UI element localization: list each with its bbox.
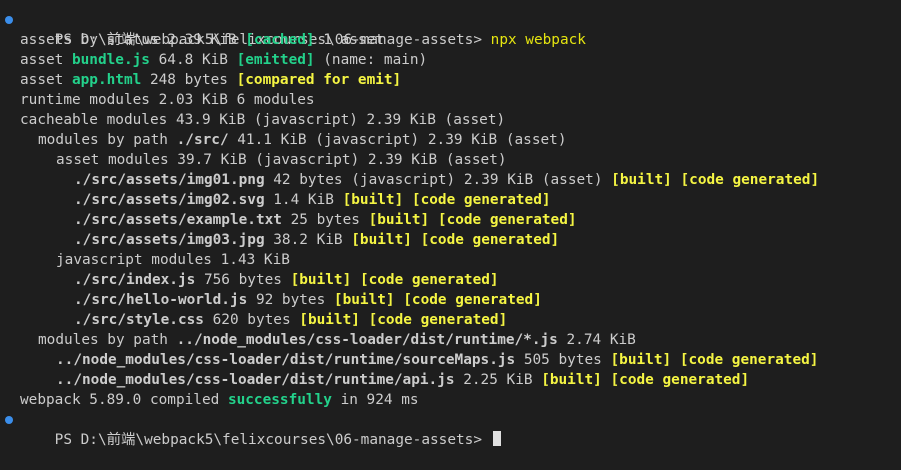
output-line: ./src/assets/img02.svg 1.4 KiB [built] [… [0,190,901,210]
final-prompt-line[interactable]: PS D:\前端\webpack5\felixcourses\06-manage… [0,410,901,448]
output-text: modules by path [38,332,177,348]
status-built: [built] [342,192,404,208]
output-text: asset [20,72,72,88]
output-line: webpack 5.89.0 compiled successfully in … [0,390,901,410]
output-text: cacheable modules 43.9 KiB (javascript) … [20,112,506,128]
module-path: ../node_modules/css-loader/dist/runtime/… [176,332,558,348]
output-line: ./src/assets/example.txt 25 bytes [built… [0,210,901,230]
status-code-generated: [code generated] [368,312,508,328]
output-text: 64.8 KiB [149,52,237,68]
module-path: ./src/style.css [74,312,204,328]
module-path: ../node_modules/css-loader/dist/runtime/… [56,352,516,368]
output-text: 2.25 KiB [454,372,542,388]
output-line: modules by path ./src/ 41.1 KiB (javascr… [0,130,901,150]
output-line: cacheable modules 43.9 KiB (javascript) … [0,110,901,130]
prompt-status-dot-icon [5,416,13,424]
prompt-text: PS D:\前端\webpack5\felixcourses\06-manage… [54,432,491,448]
asset-name: bundle.js [71,52,150,68]
status-code-generated: [code generated] [403,292,542,308]
status-built: [built] [299,312,360,328]
status-built: [built] [610,352,672,368]
output-text: 25 bytes [281,212,369,228]
output-text: 756 bytes [195,272,291,288]
output-line: runtime modules 2.03 KiB 6 modules [0,90,901,110]
module-path: ./src/assets/img02.svg [74,192,265,208]
output-text: modules by path [38,132,177,148]
output-line: ../node_modules/css-loader/dist/runtime/… [0,350,901,370]
status-code-generated: [code generated] [359,272,499,288]
output-text: webpack 5.89.0 compiled [20,392,228,408]
output-text: 2.74 KiB [557,332,636,348]
output-text: 42 bytes (javascript) 2.39 KiB (asset) [264,172,612,188]
terminal-output[interactable]: PS D:\前端\webpack5\felixcourses\06-manage… [0,10,901,448]
output-text: javascript modules 1.43 KiB [56,252,290,268]
status-code-generated: [code generated] [437,212,577,228]
prompt-status-dot-icon [5,16,13,24]
status-success: successfully [227,392,332,408]
output-line: ./src/assets/img03.jpg 38.2 KiB [built] … [0,230,901,250]
cursor-icon [492,431,501,446]
output-text: 620 bytes [203,312,300,328]
status-built: [built] [333,292,395,308]
output-line: javascript modules 1.43 KiB [0,250,901,270]
output-line: ./src/hello-world.js 92 bytes [built] [c… [0,290,901,310]
output-line: ./src/index.js 756 bytes [built] [code g… [0,270,901,290]
module-path: ./src/hello-world.js [74,292,248,308]
output-text: asset [20,52,72,68]
asset-name: app.html [71,72,142,88]
status-built: [built] [368,212,430,228]
output-line: ./src/style.css 620 bytes [built] [code … [0,310,901,330]
status-code-generated: [code generated] [680,172,820,188]
prompt-line: PS D:\前端\webpack5\felixcourses\06-manage… [0,10,901,48]
output-line: asset bundle.js 64.8 KiB [emitted] (name… [0,50,901,70]
output-text: assets by status 2.39 KiB [20,32,246,48]
module-path: ./src/index.js [74,272,196,288]
output-text: asset modules 39.7 KiB (javascript) 2.39… [56,152,507,168]
output-text: runtime modules 2.03 KiB 6 modules [20,92,315,108]
module-path: ./src/ [176,132,229,148]
output-text: 1.4 KiB [264,192,343,208]
output-line: asset app.html 248 bytes [compared for e… [0,70,901,90]
status-built: [built] [611,172,672,188]
output-line: ../node_modules/css-loader/dist/runtime/… [0,370,901,390]
status-built: [built] [541,372,602,388]
status-code-generated: [code generated] [411,192,551,208]
output-text: in 924 ms [331,392,419,408]
output-text: 1 asset [314,32,384,48]
output-text: 92 bytes [247,292,334,308]
output-line: ./src/assets/img01.png 42 bytes (javascr… [0,170,901,190]
output-text: 38.2 KiB [264,232,352,248]
output-text: 41.1 KiB (javascript) 2.39 KiB (asset) [228,132,567,148]
output-text: 248 bytes [141,72,237,88]
status-built: [built] [351,232,412,248]
module-path: ./src/assets/example.txt [74,212,282,228]
status-cached: [cached] [245,32,315,48]
output-line: assets by status 2.39 KiB [cached] 1 ass… [0,30,901,50]
module-path: ./src/assets/img01.png [74,172,265,188]
module-path: ../node_modules/css-loader/dist/runtime/… [56,372,455,388]
output-text: 505 bytes [515,352,611,368]
output-text: (name: main) [314,52,428,68]
status-code-generated: [code generated] [679,352,819,368]
status-code-generated: [code generated] [610,372,750,388]
output-line: modules by path ../node_modules/css-load… [0,330,901,350]
output-line: asset modules 39.7 KiB (javascript) 2.39… [0,150,901,170]
status-compared: [compared for emit] [236,72,402,88]
status-emitted: [emitted] [236,52,315,68]
status-code-generated: [code generated] [420,232,560,248]
module-path: ./src/assets/img03.jpg [74,232,265,248]
status-built: [built] [290,272,352,288]
